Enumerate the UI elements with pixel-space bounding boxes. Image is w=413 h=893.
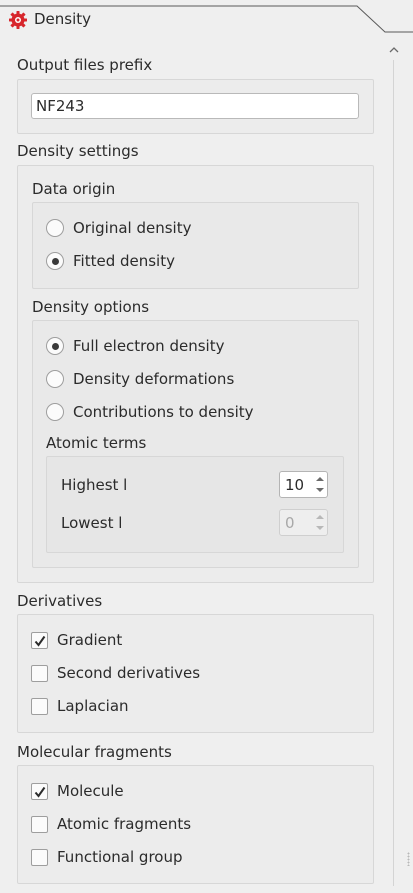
radio-label: Original density xyxy=(73,219,192,237)
checkbox-gradient[interactable]: Gradient xyxy=(31,629,122,651)
highest-l-label: Highest l xyxy=(61,476,128,494)
vertical-scrollbar[interactable] xyxy=(386,42,402,890)
data-origin-group xyxy=(32,202,359,289)
checkbox-molecule-indicator[interactable] xyxy=(31,782,48,800)
checkbox-atomic-fragments-indicator[interactable] xyxy=(31,815,48,833)
radio-fitted-density-indicator[interactable] xyxy=(46,252,64,270)
checkbox-atomic-fragments[interactable]: Atomic fragments xyxy=(31,813,191,835)
panel-title[interactable]: Density xyxy=(34,10,91,28)
checkbox-label: Molecule xyxy=(57,782,124,800)
lowest-l-label: Lowest l xyxy=(61,514,123,532)
checkbox-label: Functional group xyxy=(57,848,183,866)
radio-full-electron-density-indicator[interactable] xyxy=(46,337,64,355)
density-options-label: Density options xyxy=(32,298,150,316)
data-origin-label: Data origin xyxy=(32,180,116,198)
checkbox-second-derivatives[interactable]: Second derivatives xyxy=(31,662,200,684)
density-settings-label: Density settings xyxy=(17,142,139,160)
radio-contributions-to-density-indicator[interactable] xyxy=(46,403,64,421)
radio-label: Density deformations xyxy=(73,370,235,388)
checkbox-functional-group[interactable]: Functional group xyxy=(31,846,183,868)
radio-label: Contributions to density xyxy=(73,403,254,421)
spin-up-arrow-icon[interactable] xyxy=(315,476,325,482)
radio-original-density[interactable]: Original density xyxy=(46,217,191,239)
highest-l-value[interactable]: 10 xyxy=(280,476,311,494)
radio-original-density-indicator[interactable] xyxy=(46,219,64,237)
radio-density-deformations[interactable]: Density deformations xyxy=(46,368,234,390)
lowest-l-stepper xyxy=(311,510,327,535)
radio-density-deformations-indicator[interactable] xyxy=(46,370,64,388)
checkbox-label: Laplacian xyxy=(57,697,129,715)
radio-label: Full electron density xyxy=(73,337,225,355)
lowest-l-spinbox: 0 xyxy=(279,509,328,536)
radio-full-electron-density[interactable]: Full electron density xyxy=(46,335,224,357)
molecular-fragments-label: Molecular fragments xyxy=(17,743,172,761)
lowest-l-value: 0 xyxy=(285,513,295,532)
checkmark-icon xyxy=(34,635,46,647)
spin-up-arrow-icon xyxy=(316,515,324,519)
checkmark-icon xyxy=(34,786,46,798)
checkbox-gradient-indicator[interactable] xyxy=(31,631,48,649)
output-prefix-input[interactable] xyxy=(31,93,359,119)
radio-fitted-density[interactable]: Fitted density xyxy=(46,250,175,272)
panel-tab-bar: Density xyxy=(0,0,413,34)
highest-l-spinbox[interactable]: 10 xyxy=(279,471,328,498)
checkbox-laplacian[interactable]: Laplacian xyxy=(31,695,129,717)
scroll-up-arrow-icon[interactable] xyxy=(386,42,402,58)
output-prefix-label: Output files prefix xyxy=(17,56,153,74)
checkbox-laplacian-indicator[interactable] xyxy=(31,697,48,715)
checkbox-label: Second derivatives xyxy=(57,664,201,682)
checkbox-functional-group-indicator[interactable] xyxy=(31,848,48,866)
checkbox-molecule[interactable]: Molecule xyxy=(31,780,124,802)
radio-label: Fitted density xyxy=(73,252,175,270)
scroll-track-line xyxy=(393,60,394,886)
checkbox-second-derivatives-indicator[interactable] xyxy=(31,664,48,682)
gear-icon xyxy=(8,10,28,30)
highest-l-stepper[interactable] xyxy=(311,472,327,497)
radio-contributions-to-density[interactable]: Contributions to density xyxy=(46,401,254,423)
atomic-terms-label: Atomic terms xyxy=(46,434,147,452)
spin-down-arrow-icon xyxy=(316,526,324,530)
spin-down-arrow-icon[interactable] xyxy=(315,487,325,493)
derivatives-label: Derivatives xyxy=(17,592,103,610)
resize-grip-icon[interactable] xyxy=(407,852,410,866)
checkbox-label: Gradient xyxy=(57,631,123,649)
checkbox-label: Atomic fragments xyxy=(57,815,192,833)
